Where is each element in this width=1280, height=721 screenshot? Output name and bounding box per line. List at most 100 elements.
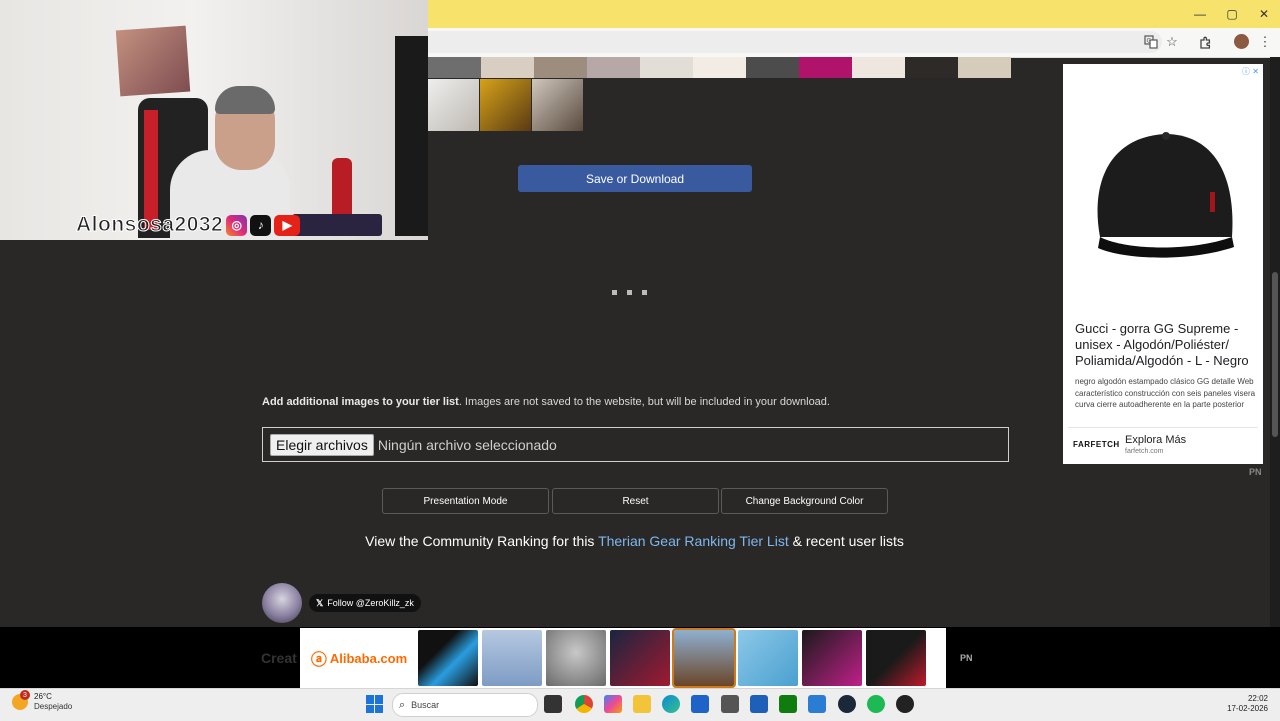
clock-time: 22:02 [1247, 694, 1268, 703]
tier-item[interactable] [587, 57, 640, 78]
streamer-handle: Alonsosa2032 ◎ ♪ ▶ [75, 211, 301, 239]
spotify-icon[interactable] [867, 695, 885, 713]
edge-icon[interactable] [662, 695, 680, 713]
author-avatar[interactable] [262, 583, 302, 623]
follow-button[interactable]: 𝕏 Follow @ZeroKillz_zk [309, 594, 421, 612]
maximize-button[interactable]: ▢ [1216, 0, 1248, 28]
tier-item[interactable] [693, 57, 746, 78]
tier-item[interactable] [428, 57, 481, 78]
translate-icon[interactable]: G [1142, 33, 1160, 51]
community-ranking-text: View the Community Ranking for this Ther… [262, 533, 1007, 549]
microphone [332, 158, 352, 220]
store-icon[interactable] [691, 695, 709, 713]
ad-product-image[interactable] [1070, 72, 1256, 312]
close-button[interactable]: ✕ [1248, 0, 1280, 28]
add-images-instructions: Add additional images to your tier list.… [262, 396, 830, 408]
community-suffix: & recent user lists [788, 533, 904, 549]
address-bar[interactable] [418, 31, 1162, 53]
alibaba-logo[interactable]: ⓐ Alibaba.com [300, 646, 418, 670]
outlook-icon[interactable] [808, 695, 826, 713]
alibaba-brand: Alibaba.com [329, 650, 408, 666]
choose-files-button[interactable]: Elegir archivos [270, 433, 374, 456]
weather-widget[interactable]: 3 26°C Despejado [12, 690, 73, 712]
tier-list-link[interactable]: Therian Gear Ranking Tier List [598, 533, 789, 549]
xbox-icon[interactable] [779, 695, 797, 713]
tier-item[interactable] [958, 57, 1011, 78]
tier-item[interactable] [746, 57, 799, 78]
notification-badge: 3 [20, 690, 30, 700]
ad-product-cap[interactable] [866, 630, 926, 686]
taskbar-clock[interactable]: 22:02 17-02-2026 [1222, 694, 1268, 714]
taskbar-search[interactable]: ⌕ Buscar [392, 693, 538, 717]
ad-domain: farfetch.com [1125, 448, 1164, 455]
reset-button[interactable]: Reset [552, 488, 719, 514]
bottom-ad-corner-label: PN [960, 653, 973, 663]
search-icon: ⌕ [399, 698, 406, 711]
tier-item-wolf-mask[interactable] [428, 79, 479, 131]
weather-temperature: 26°C [34, 692, 52, 701]
x-logo-icon: 𝕏 [316, 597, 324, 608]
ad-product-helmet[interactable] [546, 630, 606, 686]
ad-brand-logo: FARFETCH [1073, 440, 1120, 449]
chrome-icon[interactable] [575, 695, 593, 713]
file-upload-input[interactable]: Elegir archivos Ningún archivo seleccion… [262, 427, 1009, 462]
more-menu-icon[interactable]: ⋮ [1256, 33, 1274, 51]
follow-label: Follow @ZeroKillz_zk [327, 598, 414, 608]
ad-divider [1068, 427, 1258, 428]
change-background-color-button[interactable]: Change Background Color [721, 488, 888, 514]
instagram-icon: ◎ [226, 214, 248, 236]
loading-dots [612, 290, 647, 295]
handle-text: Alonsosa2032 [75, 213, 224, 237]
tier-item-claws[interactable] [532, 79, 583, 131]
app-icon[interactable] [721, 695, 739, 713]
keyboard [292, 214, 382, 236]
presentation-mode-button[interactable]: Presentation Mode [382, 488, 549, 514]
tiktok-icon: ♪ [250, 214, 272, 236]
ad-product-cap[interactable] [738, 630, 798, 686]
community-prefix: View the Community Ranking for this [365, 533, 599, 549]
task-view-icon[interactable] [544, 695, 562, 713]
ad-title[interactable]: Gucci - gorra GG Supreme - unisex - Algo… [1075, 321, 1257, 369]
streamer-hair [215, 86, 275, 114]
file-explorer-icon[interactable] [633, 695, 651, 713]
ad-product-cabin[interactable] [672, 628, 736, 688]
profile-avatar[interactable] [1234, 34, 1249, 49]
bookmark-star-icon[interactable]: ☆ [1163, 33, 1181, 51]
clock-date: 17-02-2026 [1227, 704, 1268, 713]
youtube-icon: ▶ [274, 214, 301, 236]
search-label: Buscar [411, 700, 440, 710]
scrollbar-thumb[interactable] [1272, 272, 1278, 437]
add-images-note: . Images are not saved to the website, b… [458, 396, 830, 408]
ad-description: negro algodón estampado clásico GG detal… [1075, 377, 1256, 409]
partial-heading: Creat [261, 650, 297, 666]
tier-item[interactable] [534, 57, 587, 78]
tier-item-paws[interactable] [480, 79, 531, 131]
ad-corner-label: PN [1249, 467, 1262, 477]
extensions-icon[interactable] [1196, 33, 1214, 51]
monitor [395, 36, 428, 236]
tier-item[interactable] [905, 57, 958, 78]
ad-product-cap[interactable] [418, 630, 478, 686]
tier-row-thumbnails [428, 57, 1011, 78]
copilot-icon[interactable] [604, 695, 622, 713]
tier-item[interactable] [799, 57, 852, 78]
obs-icon[interactable] [896, 695, 914, 713]
tier-row-thumbnails [428, 79, 584, 131]
ad-product-cap[interactable] [802, 630, 862, 686]
start-button[interactable] [366, 695, 384, 713]
ad-product-cap[interactable] [610, 630, 670, 686]
ad-product-jeans[interactable] [482, 630, 542, 686]
visual-studio-icon[interactable] [750, 695, 768, 713]
tier-item[interactable] [640, 57, 693, 78]
tier-item[interactable] [481, 57, 534, 78]
save-or-download-button[interactable]: Save or Download [518, 165, 752, 192]
ad-cta-link[interactable]: Explora Más [1125, 434, 1186, 446]
bottom-ad-banner[interactable]: ⓐ Alibaba.com [300, 628, 946, 688]
file-status: Ningún archivo seleccionado [377, 436, 557, 453]
steam-icon[interactable] [838, 695, 856, 713]
tier-item[interactable] [852, 57, 905, 78]
weather-sun-icon: 3 [12, 690, 30, 710]
minimize-button[interactable]: — [1184, 0, 1216, 28]
weather-description: Despejado [34, 702, 73, 711]
window-controls: — ▢ ✕ [1184, 0, 1280, 28]
